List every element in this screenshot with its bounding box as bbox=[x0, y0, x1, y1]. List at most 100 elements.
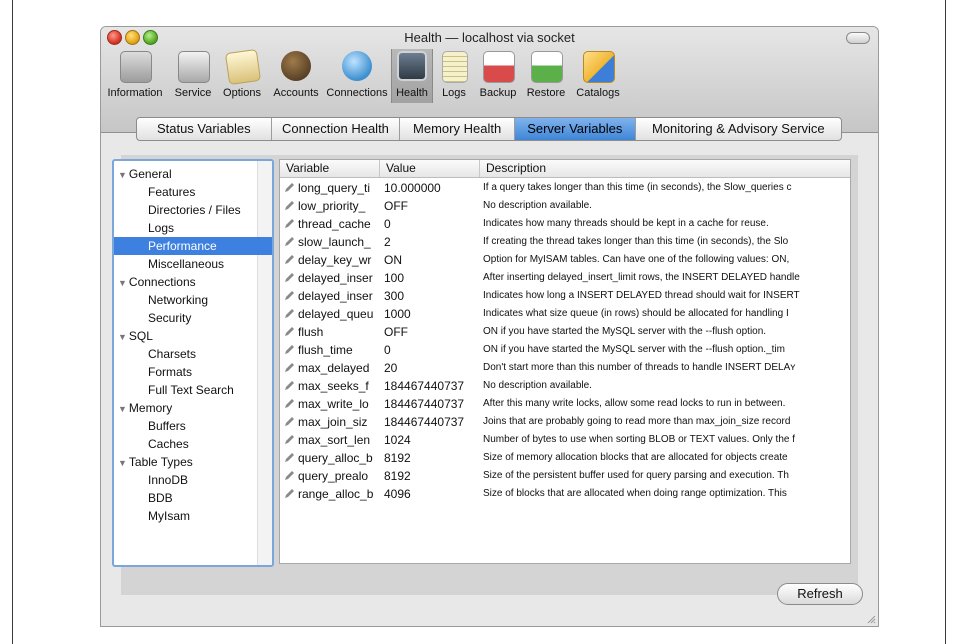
pencil-icon bbox=[285, 201, 294, 210]
description-cell: Size of memory allocation blocks that ar… bbox=[483, 452, 788, 463]
value-cell[interactable]: 100 bbox=[384, 269, 480, 287]
table-row[interactable]: slow_launch_ 2 If creating the thread take… bbox=[280, 233, 850, 251]
description-cell: ON if you have started the MySQL server … bbox=[483, 344, 785, 355]
variable-cell: delayed_queu bbox=[284, 305, 380, 323]
toolbar-catalogs-button[interactable]: Catalogs bbox=[575, 49, 621, 103]
column-header-variable[interactable]: Variable bbox=[280, 160, 380, 177]
tab-connection-health[interactable]: Connection Health bbox=[272, 118, 401, 140]
refresh-button[interactable]: Refresh bbox=[777, 583, 863, 605]
tab-monitoring-advisory[interactable]: Monitoring & Advisory Service bbox=[636, 118, 841, 140]
description-cell: Joins that are probably going to read mo… bbox=[483, 416, 791, 427]
value-cell[interactable]: 0 bbox=[384, 215, 480, 233]
value-cell[interactable]: ON bbox=[384, 251, 480, 269]
sidebar-item-full-text-search[interactable]: Full Text Search bbox=[114, 381, 272, 399]
sidebar-item-miscellaneous[interactable]: Miscellaneous bbox=[114, 255, 272, 273]
toolbar-restore-button[interactable]: Restore bbox=[525, 49, 567, 103]
sidebar-group-connections[interactable]: ▼ Connections bbox=[114, 273, 262, 291]
toolbar-service-button[interactable]: Service bbox=[173, 49, 213, 103]
table-row[interactable]: delay_key_wr ON Option for MyISAM tables. … bbox=[280, 251, 850, 269]
sidebar-item-networking[interactable]: Networking bbox=[114, 291, 272, 309]
sidebar-group-table-types[interactable]: ▼ Table Types bbox=[114, 453, 262, 471]
app-window: Health — localhost via socket Informatio… bbox=[100, 26, 879, 627]
sidebar-item-directories-files[interactable]: Directories / Files bbox=[114, 201, 272, 219]
value-cell[interactable]: 20 bbox=[384, 359, 480, 377]
value-cell[interactable]: 8192 bbox=[384, 449, 480, 467]
column-header-description[interactable]: Description bbox=[480, 160, 850, 177]
sidebar-group-memory[interactable]: ▼ Memory bbox=[114, 399, 262, 417]
disclosure-triangle-icon: ▼ bbox=[118, 458, 127, 468]
pencil-icon bbox=[285, 489, 294, 498]
sidebar-item-myisam[interactable]: MyIsam bbox=[114, 507, 272, 525]
sidebar-item-bdb[interactable]: BDB bbox=[114, 489, 272, 507]
variable-cell: flush bbox=[284, 323, 380, 341]
toolbar: Information Service Options Accounts Con… bbox=[101, 48, 661, 103]
table-row[interactable]: low_priority_ OFF No description available… bbox=[280, 197, 850, 215]
tab-server-variables[interactable]: Server Variables bbox=[514, 118, 636, 140]
toolbar-information-button[interactable]: Information bbox=[105, 49, 165, 103]
table-row[interactable]: delayed_inser 100 After inserting delayed_… bbox=[280, 269, 850, 287]
toolbar-backup-button[interactable]: Backup bbox=[477, 49, 519, 103]
sidebar-item-security[interactable]: Security bbox=[114, 309, 272, 327]
value-cell[interactable]: 2 bbox=[384, 233, 480, 251]
table-row[interactable]: max_seeks_f 184467440737 No description av… bbox=[280, 377, 850, 395]
description-cell: No description available. bbox=[483, 380, 592, 391]
sidebar-item-features[interactable]: Features bbox=[114, 183, 272, 201]
table-row[interactable]: query_alloc_b 8192 Size of memory allocati… bbox=[280, 449, 850, 467]
value-cell[interactable]: 184467440737 bbox=[384, 413, 480, 431]
value-cell[interactable]: OFF bbox=[384, 197, 480, 215]
table-row[interactable]: delayed_inser 300 Indicates how long a INS… bbox=[280, 287, 850, 305]
variable-cell: max_sort_len bbox=[284, 431, 380, 449]
value-cell[interactable]: 1000 bbox=[384, 305, 480, 323]
sidebar-group-sql[interactable]: ▼ SQL bbox=[114, 327, 262, 345]
toolbar-logs-button[interactable]: Logs bbox=[437, 49, 471, 103]
pencil-icon bbox=[285, 309, 294, 318]
tab-status-variables[interactable]: Status Variables bbox=[137, 118, 272, 140]
value-cell[interactable]: 4096 bbox=[384, 485, 480, 503]
resize-grip-icon[interactable] bbox=[866, 614, 876, 624]
value-cell[interactable]: 10.000000 bbox=[384, 179, 480, 197]
table-row[interactable]: range_alloc_b 4096 Size of blocks that are… bbox=[280, 485, 850, 503]
table-row[interactable]: max_join_siz 184467440737 Joins that are p… bbox=[280, 413, 850, 431]
page-border-right bbox=[945, 0, 946, 644]
sidebar-item-charsets[interactable]: Charsets bbox=[114, 345, 272, 363]
column-header-value[interactable]: Value bbox=[380, 160, 480, 177]
value-cell[interactable]: 1024 bbox=[384, 431, 480, 449]
toolbar-connections-button[interactable]: Connections bbox=[326, 49, 388, 103]
sidebar-item-buffers[interactable]: Buffers bbox=[114, 417, 272, 435]
sidebar-group-general[interactable]: ▼ General bbox=[114, 165, 262, 183]
sidebar-item-formats[interactable]: Formats bbox=[114, 363, 272, 381]
variable-cell: long_query_ti bbox=[284, 179, 380, 197]
sidebar-item-label: Table Types bbox=[128, 455, 193, 469]
table-row[interactable]: query_prealo 8192 Size of the persistent b… bbox=[280, 467, 850, 485]
variable-name: flush bbox=[298, 325, 324, 339]
table-row[interactable]: flush OFF ON if you have started the MySQL… bbox=[280, 323, 850, 341]
table-row[interactable]: thread_cache 0 Indicates how many threads … bbox=[280, 215, 850, 233]
table-row[interactable]: max_delayed 20 Don't start more than this … bbox=[280, 359, 850, 377]
toolbar-accounts-button[interactable]: Accounts bbox=[271, 49, 321, 103]
toolbar-options-button[interactable]: Options bbox=[219, 48, 265, 103]
variable-name: query_alloc_b bbox=[298, 451, 373, 465]
disclosure-triangle-icon: ▼ bbox=[118, 404, 127, 414]
variable-cell: max_delayed bbox=[284, 359, 380, 377]
toolbar-toggle-button[interactable] bbox=[846, 32, 870, 44]
table-row[interactable]: max_sort_len 1024 Number of bytes to use w… bbox=[280, 431, 850, 449]
value-cell[interactable]: 300 bbox=[384, 287, 480, 305]
variable-name: long_query_ti bbox=[298, 181, 371, 195]
table-row[interactable]: flush_time 0 ON if you have started the My… bbox=[280, 341, 850, 359]
variable-cell: query_prealo bbox=[284, 467, 380, 485]
value-cell[interactable]: 8192 bbox=[384, 467, 480, 485]
sidebar-item-logs[interactable]: Logs bbox=[114, 219, 272, 237]
pencil-icon bbox=[285, 183, 294, 192]
value-cell[interactable]: 184467440737 bbox=[384, 377, 480, 395]
value-cell[interactable]: 0 bbox=[384, 341, 480, 359]
table-row[interactable]: long_query_ti 10.000000 If a query takes l… bbox=[280, 179, 850, 197]
sidebar-item-innodb[interactable]: InnoDB bbox=[114, 471, 272, 489]
value-cell[interactable]: 184467440737 bbox=[384, 395, 480, 413]
table-row[interactable]: max_write_lo 184467440737 After this many … bbox=[280, 395, 850, 413]
value-cell[interactable]: OFF bbox=[384, 323, 480, 341]
table-row[interactable]: delayed_queu 1000 Indicates what size queu… bbox=[280, 305, 850, 323]
sidebar-item-caches[interactable]: Caches bbox=[114, 435, 272, 453]
tab-memory-health[interactable]: Memory Health bbox=[400, 118, 515, 140]
sidebar-item-performance[interactable]: Performance bbox=[114, 237, 272, 255]
variable-cell: range_alloc_b bbox=[284, 485, 380, 503]
